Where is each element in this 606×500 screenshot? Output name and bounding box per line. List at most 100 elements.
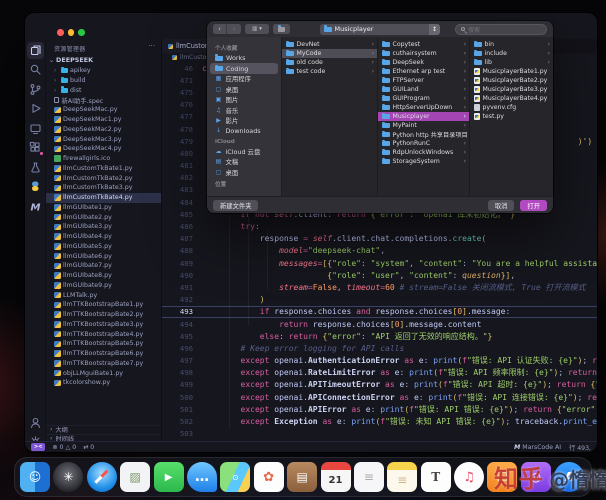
sidebar-item-音乐[interactable]: ♫ 音乐 [210,105,278,115]
open-button[interactable]: 打开 [520,199,547,211]
column-item-Copytest[interactable]: Copytest › [378,40,469,49]
file-tree-item[interactable]: DeepSeekMac.py [46,105,161,115]
account-icon[interactable] [27,414,44,431]
file-tree-item[interactable]: llmCustomTkBate3.py [46,183,161,193]
code-line[interactable]: 491 stream=False, timeout=60 # stream=Fa… [162,281,597,293]
view-mode-button[interactable]: ▥ ▾ [245,24,269,34]
column-item-DeepSeek[interactable]: DeepSeek › [378,58,469,67]
dock-icon-notes[interactable]: ≡ [387,462,418,492]
file-tree-item[interactable]: DeepSeekMac3.py [46,134,161,144]
code-line[interactable]: 486 try: [162,220,597,232]
sidebar-item-桌面[interactable]: ▢ 桌面 [210,84,278,94]
code-line[interactable]: 492 ) [162,294,597,306]
problems-indicator[interactable]: ⊗ 0 △ 0 [52,444,76,451]
file-tree-item[interactable]: llmTTKBootstrapBate1.py [46,300,161,310]
location-dropdown[interactable]: Musicplayer ↕ [320,23,440,35]
file-tree-item[interactable]: llmGUIbate8.py [46,271,161,281]
source-control-icon[interactable] [27,81,44,98]
close-button[interactable] [57,29,64,36]
dock-icon-preview[interactable]: ▨ [120,462,151,492]
column-item-test code[interactable]: test code › [282,67,377,76]
dock-icon-facetime[interactable]: ▶ [153,462,184,492]
code-line[interactable]: 500 except openai.APIConnectionError as … [162,391,597,403]
code-line[interactable]: 493 if response.choices and response.cho… [162,306,597,318]
file-tree-item[interactable]: llmCustomTkBate4.py [46,192,161,203]
dock-icon-maps[interactable]: ⊙ [220,462,251,492]
column-item-StorageSystem[interactable]: StorageSystem › [378,157,469,166]
file-tree-item[interactable]: firewallgirls.ico [46,154,161,164]
sidebar-item-图片[interactable]: ▣ 图片 [210,95,278,105]
dock-icon-calendar[interactable]: 21 [320,462,351,492]
dock-icon-music[interactable]: ♫ [454,462,485,492]
column-item-FTPServer[interactable]: FTPServer › [378,76,469,85]
minimize-button[interactable] [67,29,74,36]
file-tree-item[interactable]: llmTTKBootstrapBate6.py [46,349,161,359]
ports-indicator[interactable]: ⇄ 0 [83,444,94,451]
column-item-include[interactable]: include › [470,49,553,58]
code-line[interactable]: 502 except Exception as e: print(f"错误: 未… [162,415,597,427]
file-tree-item[interactable]: DeepSeekMac4.py [46,144,161,154]
code-line[interactable]: 496 # Keep error logging for API calls [162,342,597,354]
dock-icon-reminders[interactable]: ≡ [353,462,384,492]
remote-explorer-icon[interactable] [27,120,44,137]
file-tree-item[interactable]: tkcolorshow.py [46,378,161,388]
code-line[interactable]: 501 except openai.APIError as e: print(f… [162,403,597,415]
code-line[interactable]: 487 response = self.client.chat.completi… [162,233,597,245]
column-item-Python http 共享目录项目[interactable]: Python http 共享目录项目› [378,130,469,139]
column-item-MyPaint[interactable]: MyPaint › [378,121,469,130]
column-item-MusicplayerBate2.py[interactable]: MusicplayerBate2.py [470,76,553,85]
code-line[interactable]: 488 model="deepseek-chat", [162,245,597,257]
column-item-MusicplayerBate3.py[interactable]: MusicplayerBate3.py [470,85,553,94]
column-item-DevNet[interactable]: DevNet › [282,40,377,49]
remote-indicator[interactable]: >< [31,443,46,451]
column-item-Musicplayer[interactable]: Musicplayer › [378,112,469,121]
sidebar-item-应用程序[interactable]: ▦ 应用程序 [210,74,278,84]
sidebar-item-Coding[interactable]: Coding [210,63,278,74]
column-item-GUIProgram[interactable]: GUIProgram › [378,94,469,103]
file-tree-item[interactable]: › dist [46,86,161,96]
column-item-GUILand[interactable]: GUILand › [378,85,469,94]
dialog-search-field[interactable]: 搜索 [455,23,547,35]
file-tree-item[interactable]: llmTTKBootstrapBate5.py [46,339,161,349]
file-tree-item[interactable]: › build [46,76,161,86]
file-tree-item[interactable]: llmTTKBootstrapBate3.py [46,320,161,330]
sidebar-item-文稿[interactable]: ▤ 文稿 [210,157,278,167]
sidebar-item-iCloud 云盘[interactable]: ☁ iCloud 云盘 [210,146,278,156]
file-tree-item[interactable]: llmGUIbate7.py [46,261,161,271]
marscode-ai-status[interactable]: M MarsCode AI [514,444,561,451]
column-item-PythonRunC[interactable]: PythonRunC › [378,139,469,148]
column-item-RdpUnlockWindows[interactable]: RdpUnlockWindows › [378,148,469,157]
code-line[interactable]: 495 else: return {"error": "API 返回了无效的响应… [162,330,597,342]
run-debug-icon[interactable] [27,100,44,117]
file-tree-item[interactable]: LLMTalk.py [46,290,161,300]
explorer-icon[interactable] [26,41,44,59]
code-line[interactable]: 498 except openai.RateLimitError as e: p… [162,367,597,379]
new-folder-icon-button[interactable] [273,24,290,34]
testing-icon[interactable] [27,159,44,176]
column-item-cuthairsystem[interactable]: cuthairsystem › [378,49,469,58]
file-tree-item[interactable]: 新AI助手.spec [46,95,161,105]
column-item-bin[interactable]: bin › [470,40,553,49]
file-tree-item[interactable]: llmGUIbate3.py [46,222,161,232]
column-item-pyvenv.cfg[interactable]: pyvenv.cfg [470,103,553,112]
column-item-test.py[interactable]: test.py [470,112,553,121]
file-tree-item[interactable]: llmCustomTkBate2.py [46,173,161,183]
file-tree-item[interactable]: llmGUIbate9.py [46,281,161,291]
explorer-more-icon[interactable]: ··· [148,42,155,50]
column-item-MusicplayerBate4.py[interactable]: MusicplayerBate4.py [470,94,553,103]
file-tree-item[interactable]: llmGUIbate2.py [46,212,161,222]
code-line[interactable]: 489 messages=[{"role": "system", "conten… [162,257,597,269]
sidebar-item-影片[interactable]: ▶ 影片 [210,115,278,125]
extensions-icon[interactable] [27,139,44,156]
forward-button[interactable]: › [227,24,241,34]
column-item-lib[interactable]: lib › [470,58,553,67]
file-tree-item[interactable]: llmTTKBootstrapBate7.py [46,359,161,369]
code-line[interactable]: 497 except openai.AuthenticationError as… [162,355,597,367]
file-tree-item[interactable]: objLLMguiBate1.py [46,368,161,378]
dock-icon-finder[interactable]: ☺ [20,462,50,492]
dock-icon-textedit[interactable]: T [420,462,451,492]
cursor-position[interactable]: 行 493, [569,443,591,452]
file-tree-item[interactable]: › apikey [46,66,161,76]
code-line[interactable]: 490 {"role": "user", "content": question… [162,269,597,281]
column-item-MusicplayerBate1.py[interactable]: MusicplayerBate1.py [470,67,553,76]
